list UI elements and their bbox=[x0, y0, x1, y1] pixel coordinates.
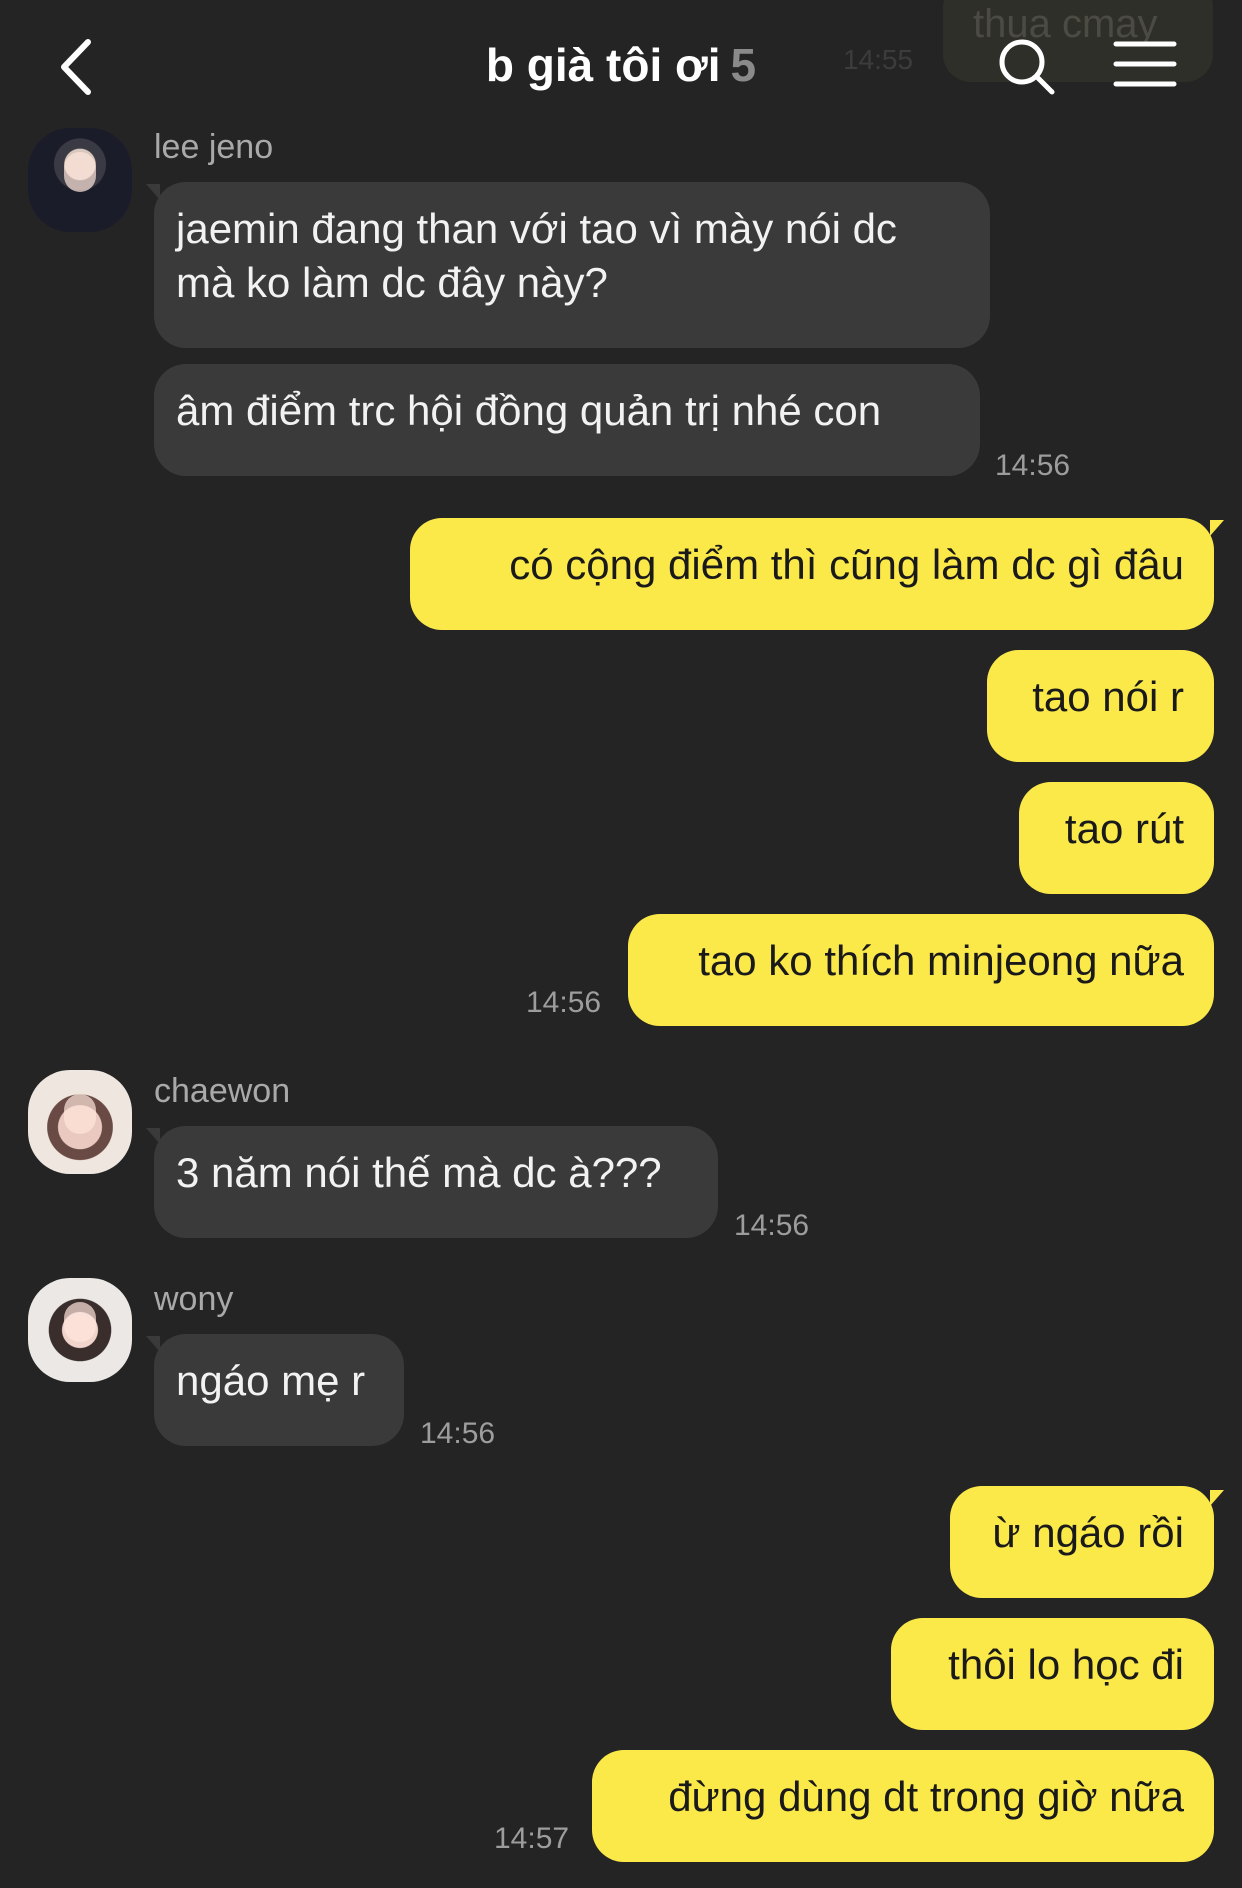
message-text: tao ko thích minjeong nữa bbox=[698, 937, 1184, 984]
message-text: tao nói r bbox=[1032, 673, 1184, 720]
search-button[interactable] bbox=[992, 32, 1062, 102]
sender-name: chaewon bbox=[154, 1072, 291, 1110]
search-icon bbox=[999, 39, 1055, 95]
menu-icon bbox=[1113, 41, 1177, 87]
avatar-chaewon[interactable] bbox=[28, 1070, 132, 1174]
message-time: 14:56 bbox=[734, 1209, 810, 1242]
message-time: 14:57 bbox=[494, 1822, 570, 1855]
message-time: 14:56 bbox=[995, 449, 1071, 482]
avatar-lee-jeno[interactable] bbox=[28, 128, 132, 232]
message-line: mà ko làm dc đây này? bbox=[176, 259, 608, 306]
message-bubble[interactable]: ngáo mẹ r bbox=[154, 1334, 404, 1446]
message-time: 14:56 bbox=[420, 1417, 496, 1450]
message-bubble[interactable]: có cộng điểm thì cũng làm dc gì đâu bbox=[410, 518, 1214, 630]
message-bubble[interactable]: thôi lo học đi bbox=[891, 1618, 1214, 1730]
message-text: âm điểm trc hội đồng quản trị nhé con bbox=[176, 387, 882, 434]
message-text: có cộng điểm thì cũng làm dc gì đâu bbox=[509, 541, 1184, 588]
message-line: jaemin đang than với tao vì mày nói dc bbox=[176, 205, 897, 252]
message-time: 14:56 bbox=[526, 986, 602, 1019]
message-bubble[interactable]: âm điểm trc hội đồng quản trị nhé con bbox=[154, 364, 980, 476]
bubble-tail bbox=[1210, 520, 1224, 536]
message-bubble[interactable]: tao ko thích minjeong nữa bbox=[628, 914, 1214, 1026]
chat-title-text: b già tôi ơi bbox=[485, 39, 721, 91]
message-bubble[interactable]: tao rút bbox=[1019, 782, 1214, 894]
message-bubble[interactable]: tao nói r bbox=[987, 650, 1214, 762]
message-bubble[interactable]: đừng dùng dt trong giờ nữa bbox=[592, 1750, 1214, 1862]
message-text: 3 năm nói thế mà dc à??? bbox=[176, 1149, 662, 1196]
message-bubble[interactable]: ừ ngáo rồi bbox=[950, 1486, 1214, 1598]
avatar-wony[interactable] bbox=[28, 1278, 132, 1382]
message-text: đừng dùng dt trong giờ nữa bbox=[668, 1773, 1184, 1820]
sender-name: lee jeno bbox=[154, 128, 274, 166]
message-text: tao rút bbox=[1064, 805, 1184, 852]
message-bubble[interactable]: 3 năm nói thế mà dc à??? bbox=[154, 1126, 718, 1238]
sender-name: wony bbox=[154, 1280, 234, 1318]
message-text: ngáo mẹ r bbox=[176, 1357, 366, 1404]
menu-button[interactable] bbox=[1112, 36, 1178, 92]
message-text: thôi lo học đi bbox=[948, 1641, 1184, 1688]
bubble-tail bbox=[1210, 1490, 1224, 1506]
message-bubble[interactable]: jaemin đang than với tao vì mày nói dc m… bbox=[154, 182, 990, 348]
message-text: ừ ngáo rồi bbox=[992, 1509, 1184, 1556]
member-count: 5 bbox=[730, 39, 757, 91]
